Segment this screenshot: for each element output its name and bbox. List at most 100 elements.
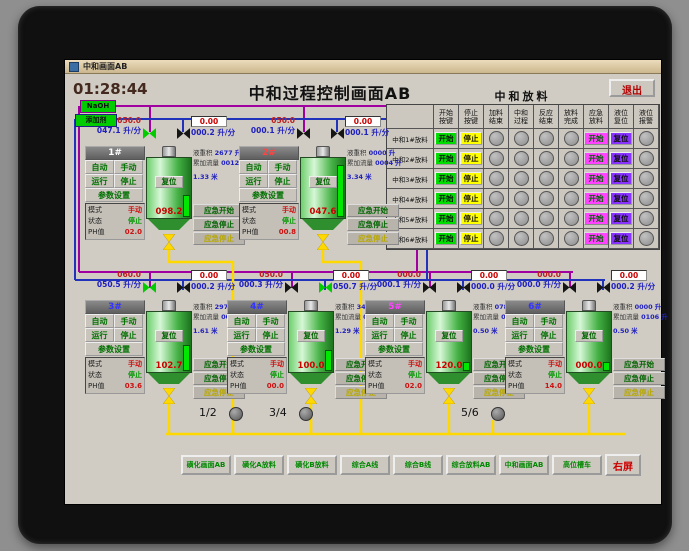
emergency-stop-button-2[interactable]: 应急停止 — [347, 232, 399, 245]
inlet-valve-left-icon[interactable] — [423, 282, 436, 293]
emergency-start-button[interactable]: 应急开始 — [193, 204, 245, 217]
inlet-valve-right-icon[interactable] — [597, 282, 610, 293]
row-start-button[interactable]: 开始 — [435, 212, 457, 225]
manual-button[interactable]: 手动 — [114, 314, 143, 328]
emergency-stop-button[interactable]: 应急停止 — [193, 218, 245, 231]
manual-button[interactable]: 手动 — [394, 314, 423, 328]
run-button[interactable]: 运行 — [239, 174, 268, 188]
emergency-stop-button-2[interactable]: 应急停止 — [193, 232, 245, 245]
row-emergency-start-button[interactable]: 开始 — [584, 191, 608, 205]
nav-button[interactable]: 综合A线 — [340, 455, 390, 475]
pump-icon[interactable] — [490, 407, 505, 421]
discharge-valve-icon[interactable] — [583, 388, 595, 404]
tank-reset-button[interactable]: 复位 — [155, 176, 183, 188]
run-button[interactable]: 运行 — [227, 328, 256, 342]
manual-button[interactable]: 手动 — [114, 160, 143, 174]
row-level-reset-button[interactable]: 复位 — [610, 152, 632, 165]
discharge-valve-icon[interactable] — [163, 388, 175, 404]
emergency-stop-button[interactable]: 应急停止 — [613, 372, 665, 385]
row-stop-button[interactable]: 停止 — [460, 232, 482, 245]
inlet-valve-right-icon[interactable] — [177, 128, 190, 139]
nav-button[interactable]: 磺化画面AB — [181, 455, 231, 475]
row-stop-button[interactable]: 停止 — [460, 132, 482, 145]
discharge-valve-icon[interactable] — [443, 388, 455, 404]
params-button[interactable]: 参数设置 — [85, 342, 143, 356]
stop-button[interactable]: 停止 — [114, 328, 143, 342]
auto-button[interactable]: 自动 — [85, 314, 114, 328]
row-start-button[interactable]: 开始 — [435, 152, 457, 165]
pump-icon[interactable] — [298, 407, 313, 421]
row-start-button[interactable]: 开始 — [435, 192, 457, 205]
stop-button[interactable]: 停止 — [394, 328, 423, 342]
row-stop-button[interactable]: 停止 — [460, 172, 482, 185]
params-button[interactable]: 参数设置 — [85, 188, 143, 202]
emergency-start-button[interactable]: 应急开始 — [613, 358, 665, 371]
row-level-reset-button[interactable]: 复位 — [610, 132, 632, 145]
nav-button[interactable]: 综合放料AB — [446, 455, 496, 475]
discharge-valve-icon[interactable] — [317, 234, 329, 250]
row-emergency-start-button[interactable]: 开始 — [584, 151, 608, 165]
tank-reset-button[interactable]: 复位 — [155, 330, 183, 342]
nav-button[interactable]: 磺化B放料 — [287, 455, 337, 475]
auto-button[interactable]: 自动 — [227, 314, 256, 328]
nav-button[interactable]: 右屏 — [605, 454, 641, 476]
exit-button[interactable]: 退出 — [609, 79, 655, 97]
stop-button[interactable]: 停止 — [114, 174, 143, 188]
inlet-valve-left-icon[interactable] — [285, 282, 298, 293]
emergency-start-button[interactable]: 应急开始 — [347, 204, 399, 217]
inlet-valve-right-icon[interactable] — [319, 282, 332, 293]
nav-button[interactable]: 高位槽车 — [552, 455, 602, 475]
auto-button[interactable]: 自动 — [365, 314, 394, 328]
auto-button[interactable]: 自动 — [505, 314, 534, 328]
params-button[interactable]: 参数设置 — [227, 342, 285, 356]
inlet-valve-right-icon[interactable] — [177, 282, 190, 293]
manual-button[interactable]: 手动 — [268, 160, 297, 174]
row-start-button[interactable]: 开始 — [435, 232, 457, 245]
emergency-stop-button[interactable]: 应急停止 — [347, 218, 399, 231]
stop-button[interactable]: 停止 — [256, 328, 285, 342]
tank-reset-button[interactable]: 复位 — [309, 176, 337, 188]
inlet-valve-left-icon[interactable] — [297, 128, 310, 139]
params-button[interactable]: 参数设置 — [239, 188, 297, 202]
run-button[interactable]: 运行 — [85, 328, 114, 342]
inlet-valve-left-icon[interactable] — [143, 128, 156, 139]
pump-icon[interactable] — [228, 407, 243, 421]
auto-button[interactable]: 自动 — [239, 160, 268, 174]
inlet-valve-right-icon[interactable] — [457, 282, 470, 293]
manual-button[interactable]: 手动 — [534, 314, 563, 328]
row-emergency-start-button[interactable]: 开始 — [584, 231, 608, 245]
nav-button[interactable]: 磺化A放料 — [234, 455, 284, 475]
row-stop-button[interactable]: 停止 — [460, 212, 482, 225]
params-button[interactable]: 参数设置 — [365, 342, 423, 356]
row-emergency-start-button[interactable]: 开始 — [584, 211, 608, 225]
emergency-stop-button-2[interactable]: 应急停止 — [613, 386, 665, 399]
row-level-reset-button[interactable]: 复位 — [610, 212, 632, 225]
manual-button[interactable]: 手动 — [256, 314, 285, 328]
tank-reset-button[interactable]: 复位 — [435, 330, 463, 342]
row-level-reset-button[interactable]: 复位 — [610, 232, 632, 245]
auto-button[interactable]: 自动 — [85, 160, 114, 174]
params-button[interactable]: 参数设置 — [505, 342, 563, 356]
run-button[interactable]: 运行 — [85, 174, 114, 188]
row-emergency-start-button[interactable]: 开始 — [584, 171, 608, 185]
nav-button[interactable]: 中和画面AB — [499, 455, 549, 475]
run-button[interactable]: 运行 — [505, 328, 534, 342]
tank-reset-button[interactable]: 复位 — [297, 330, 325, 342]
discharge-valve-icon[interactable] — [305, 388, 317, 404]
row-stop-button[interactable]: 停止 — [460, 152, 482, 165]
row-level-reset-button[interactable]: 复位 — [610, 172, 632, 185]
stop-button[interactable]: 停止 — [534, 328, 563, 342]
row-level-reset-button[interactable]: 复位 — [610, 192, 632, 205]
inlet-valve-right-icon[interactable] — [331, 128, 344, 139]
discharge-valve-icon[interactable] — [163, 234, 175, 250]
run-button[interactable]: 运行 — [365, 328, 394, 342]
inlet-valve-left-icon[interactable] — [563, 282, 576, 293]
row-start-button[interactable]: 开始 — [435, 132, 457, 145]
row-start-button[interactable]: 开始 — [435, 172, 457, 185]
row-stop-button[interactable]: 停止 — [460, 192, 482, 205]
stop-button[interactable]: 停止 — [268, 174, 297, 188]
inlet-valve-left-icon[interactable] — [143, 282, 156, 293]
row-emergency-start-button[interactable]: 开始 — [584, 131, 608, 145]
tank-reset-button[interactable]: 复位 — [575, 330, 603, 342]
nav-button[interactable]: 综合B线 — [393, 455, 443, 475]
